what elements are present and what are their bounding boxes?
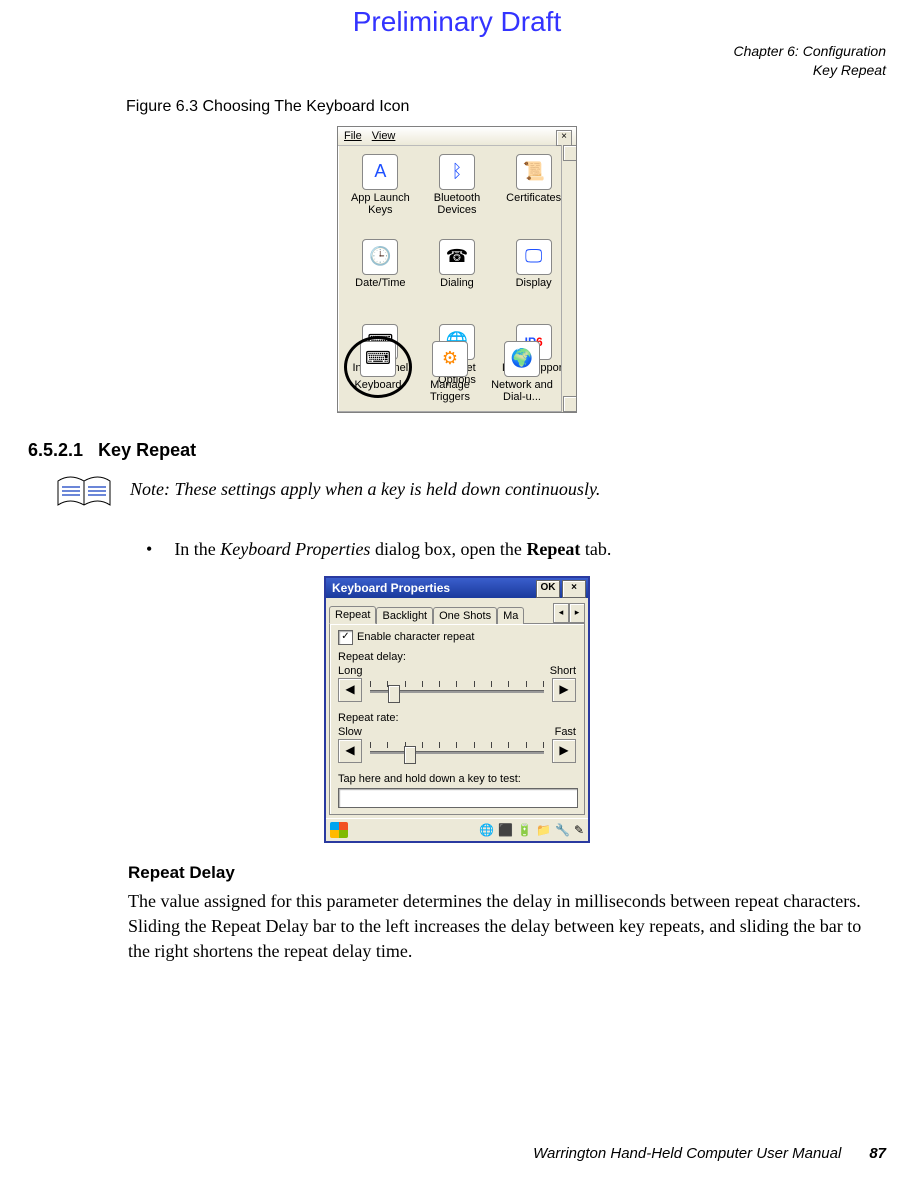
tab-panel: ✓ Enable character repeat Repeat delay: … — [329, 623, 585, 815]
delay-decrease-button[interactable]: ◀ — [338, 678, 362, 702]
instruction-pre: In the — [174, 539, 220, 559]
label-manage-triggers: Manage Triggers — [415, 379, 485, 403]
instruction-bullet: • In the Keyboard Properties dialog box, … — [146, 539, 886, 560]
phone-icon: ☎ — [439, 239, 475, 275]
rate-decrease-button[interactable]: ◀ — [338, 739, 362, 763]
keyboard-icon: ⌨ — [360, 341, 396, 377]
clock-icon: 🕒 — [362, 239, 398, 275]
tray-folder-icon[interactable]: 📁 — [536, 823, 551, 837]
start-icon[interactable] — [330, 822, 348, 838]
figure-6-3: File View × AApp Launch Keys ᛒBluetooth … — [28, 126, 886, 418]
tray-battery-icon[interactable]: 🔋 — [517, 823, 532, 837]
vertical-scrollbar[interactable] — [561, 145, 576, 412]
bullet-icon: • — [146, 539, 152, 559]
rate-slider-thumb[interactable] — [404, 746, 416, 764]
instruction-bold: Repeat — [526, 539, 580, 559]
header-section: Key Repeat — [28, 61, 886, 80]
tabs-row: Repeat Backlight One Shots Ma ◂ ▸ — [329, 601, 585, 623]
repeat-delay-slider[interactable] — [366, 679, 548, 701]
header-chapter: Chapter 6: Configuration — [28, 42, 886, 61]
tray-sip-icon[interactable]: ✎ — [574, 823, 584, 837]
repeat-rate-label: Repeat rate: — [338, 712, 576, 724]
section-title: Key Repeat — [98, 440, 196, 460]
keyboard-a-icon: A — [362, 154, 398, 190]
menubar: File View × — [338, 127, 576, 146]
keyboard-properties-dialog: Keyboard Properties OK × Repeat Backligh… — [324, 576, 590, 843]
footer-text: Warrington Hand-Held Computer User Manua… — [533, 1145, 841, 1162]
trigger-icon: ⚙ — [432, 341, 468, 377]
instruction-italic: Keyboard Properties — [220, 539, 370, 559]
delay-short-label: Short — [550, 665, 576, 677]
repeat-delay-paragraph: The value assigned for this parameter de… — [128, 889, 862, 965]
tab-scroll-left[interactable]: ◂ — [553, 603, 569, 623]
section-heading: 6.5.2.1 Key Repeat — [28, 440, 886, 461]
repeat-rate-slider[interactable] — [366, 740, 548, 762]
menu-view[interactable]: View — [372, 130, 396, 142]
preliminary-draft-title: Preliminary Draft — [28, 6, 886, 38]
menu-file-label: File — [344, 130, 362, 142]
section-number: 6.5.2.1 — [28, 440, 83, 460]
figure-caption: Figure 6.3 Choosing The Keyboard Icon — [126, 98, 886, 116]
label-display: Display — [516, 277, 552, 289]
display-icon: 🖵 — [516, 239, 552, 275]
rate-fast-label: Fast — [555, 726, 576, 738]
instruction-post: tab. — [580, 539, 611, 559]
label-network: Network and Dial-u... — [487, 379, 557, 403]
delay-slider-thumb[interactable] — [388, 685, 400, 703]
taskbar: 🌐 ⬛ 🔋 📁 🔧 ✎ — [326, 818, 588, 841]
menu-file[interactable]: File — [344, 130, 362, 142]
book-icon — [56, 475, 112, 513]
icon-bluetooth[interactable]: ᛒBluetooth Devices — [419, 150, 496, 235]
delay-increase-button[interactable]: ▶ — [552, 678, 576, 702]
enable-repeat-checkbox[interactable]: ✓ — [338, 630, 353, 645]
tab-repeat[interactable]: Repeat — [329, 606, 376, 624]
menu-view-label: View — [372, 130, 396, 142]
page-footer: Warrington Hand-Held Computer User Manua… — [28, 1145, 886, 1162]
label-certificates: Certificates — [506, 192, 561, 204]
test-input[interactable] — [338, 788, 578, 808]
tab-backlight[interactable]: Backlight — [376, 607, 433, 624]
tab-scroll-right[interactable]: ▸ — [569, 603, 585, 623]
certificate-icon: 📜 — [516, 154, 552, 190]
repeat-delay-label: Repeat delay: — [338, 651, 576, 663]
label-bluetooth: Bluetooth Devices — [422, 192, 492, 216]
tray-status-icon[interactable]: ⬛ — [498, 823, 513, 837]
icon-manage-triggers[interactable]: ⚙Manage Triggers — [414, 337, 486, 407]
tab-overflow[interactable]: Ma — [497, 607, 524, 624]
control-panel-screenshot: File View × AApp Launch Keys ᛒBluetooth … — [337, 126, 577, 413]
icon-dialing[interactable]: ☎ Dialing — [419, 235, 496, 320]
test-instruction: Tap here and hold down a key to test: — [338, 773, 576, 785]
footer-page-number: 87 — [869, 1145, 886, 1162]
ok-button[interactable]: OK — [536, 580, 560, 598]
close-icon[interactable]: × — [556, 130, 572, 146]
close-button[interactable]: × — [562, 580, 586, 598]
keyboard-properties-figure: Keyboard Properties OK × Repeat Backligh… — [28, 576, 886, 843]
repeat-delay-heading: Repeat Delay — [128, 863, 886, 883]
delay-long-label: Long — [338, 665, 362, 677]
icon-datetime[interactable]: 🕒 Date/Time — [342, 235, 419, 320]
tray-network-icon[interactable]: 🌐 — [479, 823, 494, 837]
label-app-launch: App Launch Keys — [345, 192, 415, 216]
bluetooth-icon: ᛒ — [439, 154, 475, 190]
icon-network[interactable]: 🌍Network and Dial-u... — [486, 337, 558, 407]
enable-repeat-label: Enable character repeat — [357, 631, 474, 643]
rate-increase-button[interactable]: ▶ — [552, 739, 576, 763]
dialog-title: Keyboard Properties — [332, 581, 450, 595]
page-header: Chapter 6: Configuration Key Repeat — [28, 42, 886, 80]
label-datetime: Date/Time — [355, 277, 405, 289]
dialog-titlebar: Keyboard Properties OK × — [326, 578, 588, 598]
system-tray: 🌐 ⬛ 🔋 📁 🔧 ✎ — [479, 823, 584, 837]
rate-slow-label: Slow — [338, 726, 362, 738]
label-keyboard: Keyboard — [354, 379, 401, 391]
network-icon: 🌍 — [504, 341, 540, 377]
tray-volume-icon[interactable]: 🔧 — [555, 823, 570, 837]
instruction-mid: dialog box, open the — [370, 539, 526, 559]
note-text: Note: These settings apply when a key is… — [130, 475, 600, 500]
label-dialing: Dialing — [440, 277, 474, 289]
icon-app-launch-keys[interactable]: AApp Launch Keys — [342, 150, 419, 235]
icon-keyboard[interactable]: ⌨ Keyboard — [342, 337, 414, 407]
tab-one-shots[interactable]: One Shots — [433, 607, 497, 624]
